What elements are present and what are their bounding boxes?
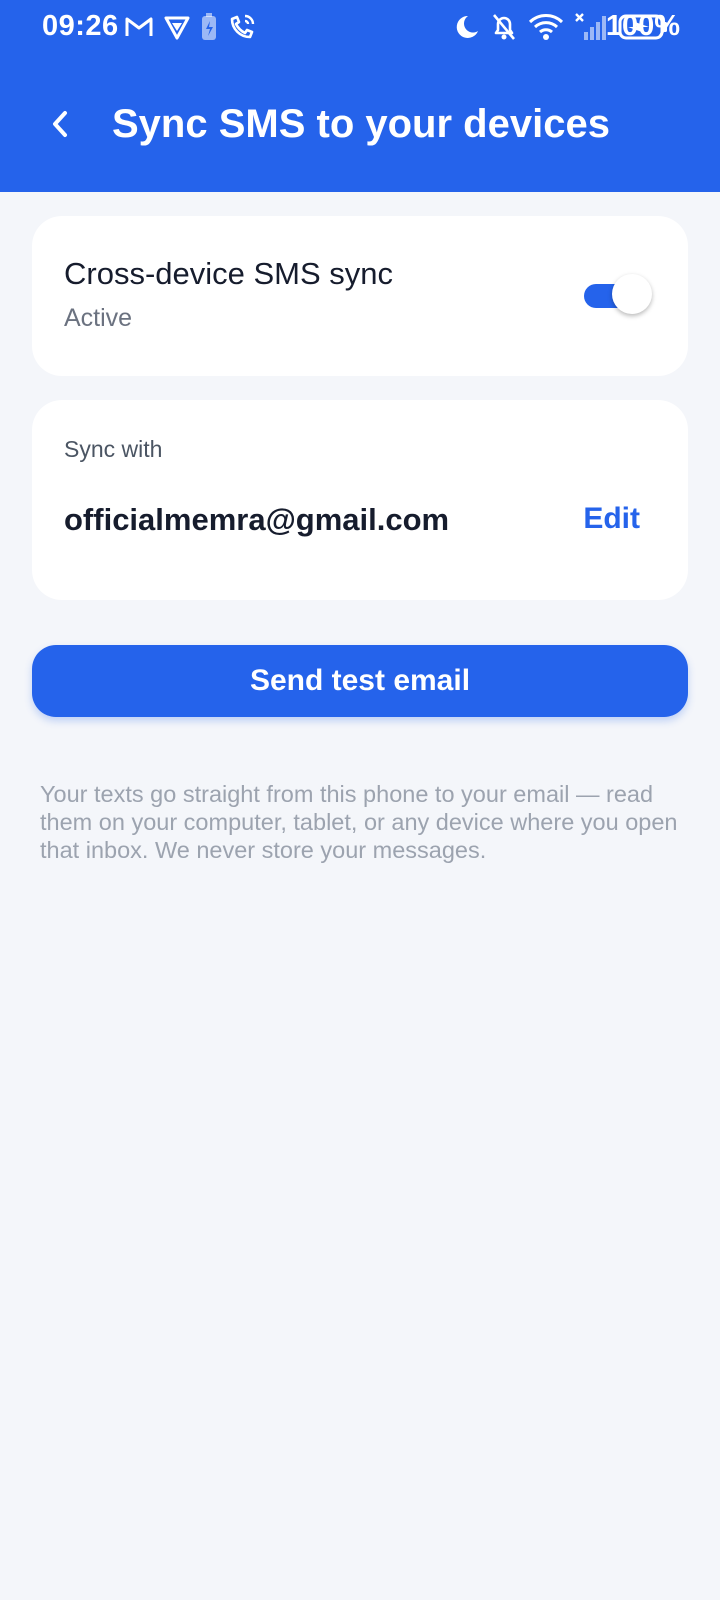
status-left-icons: [124, 12, 257, 42]
wifi-calling-icon: [227, 12, 257, 42]
chevron-left-icon: [49, 109, 71, 144]
muted-bell-icon: [490, 12, 518, 42]
status-time: 09:26: [42, 10, 119, 42]
gmail-icon: [124, 15, 154, 39]
sync-email-address: officialmemra@gmail.com: [64, 502, 450, 537]
no-signal-icon: [574, 12, 608, 42]
sync-toggle-switch[interactable]: [584, 274, 652, 314]
send-test-email-button[interactable]: Send test email: [32, 645, 688, 717]
sync-status-text: Active: [64, 304, 133, 332]
back-button[interactable]: [36, 102, 84, 150]
vpn-shield-icon: [163, 13, 191, 41]
page-header: Sync SMS to your devices: [0, 84, 720, 176]
do-not-disturb-moon-icon: [454, 13, 480, 41]
sync-email-card: Sync with officialmemra@gmail.com Edit: [32, 400, 688, 600]
sync-setting-title: Cross-device SMS sync: [64, 256, 394, 291]
status-bar: 09:26 100%: [0, 0, 720, 56]
wifi-icon: [528, 13, 564, 41]
sync-toggle-card: Cross-device SMS sync Active: [32, 216, 688, 376]
sync-with-label: Sync with: [64, 436, 163, 462]
sync-info-text: Your texts go straight from this phone t…: [40, 781, 678, 863]
edit-email-button[interactable]: Edit: [583, 502, 640, 536]
battery-percent: 100%: [605, 10, 680, 42]
app-header-background: 09:26 100% Sync SMS to your devices: [0, 0, 720, 192]
battery-saver-icon: [200, 12, 218, 42]
toggle-thumb: [612, 274, 652, 314]
page-title: Sync SMS to your devices: [112, 102, 610, 146]
